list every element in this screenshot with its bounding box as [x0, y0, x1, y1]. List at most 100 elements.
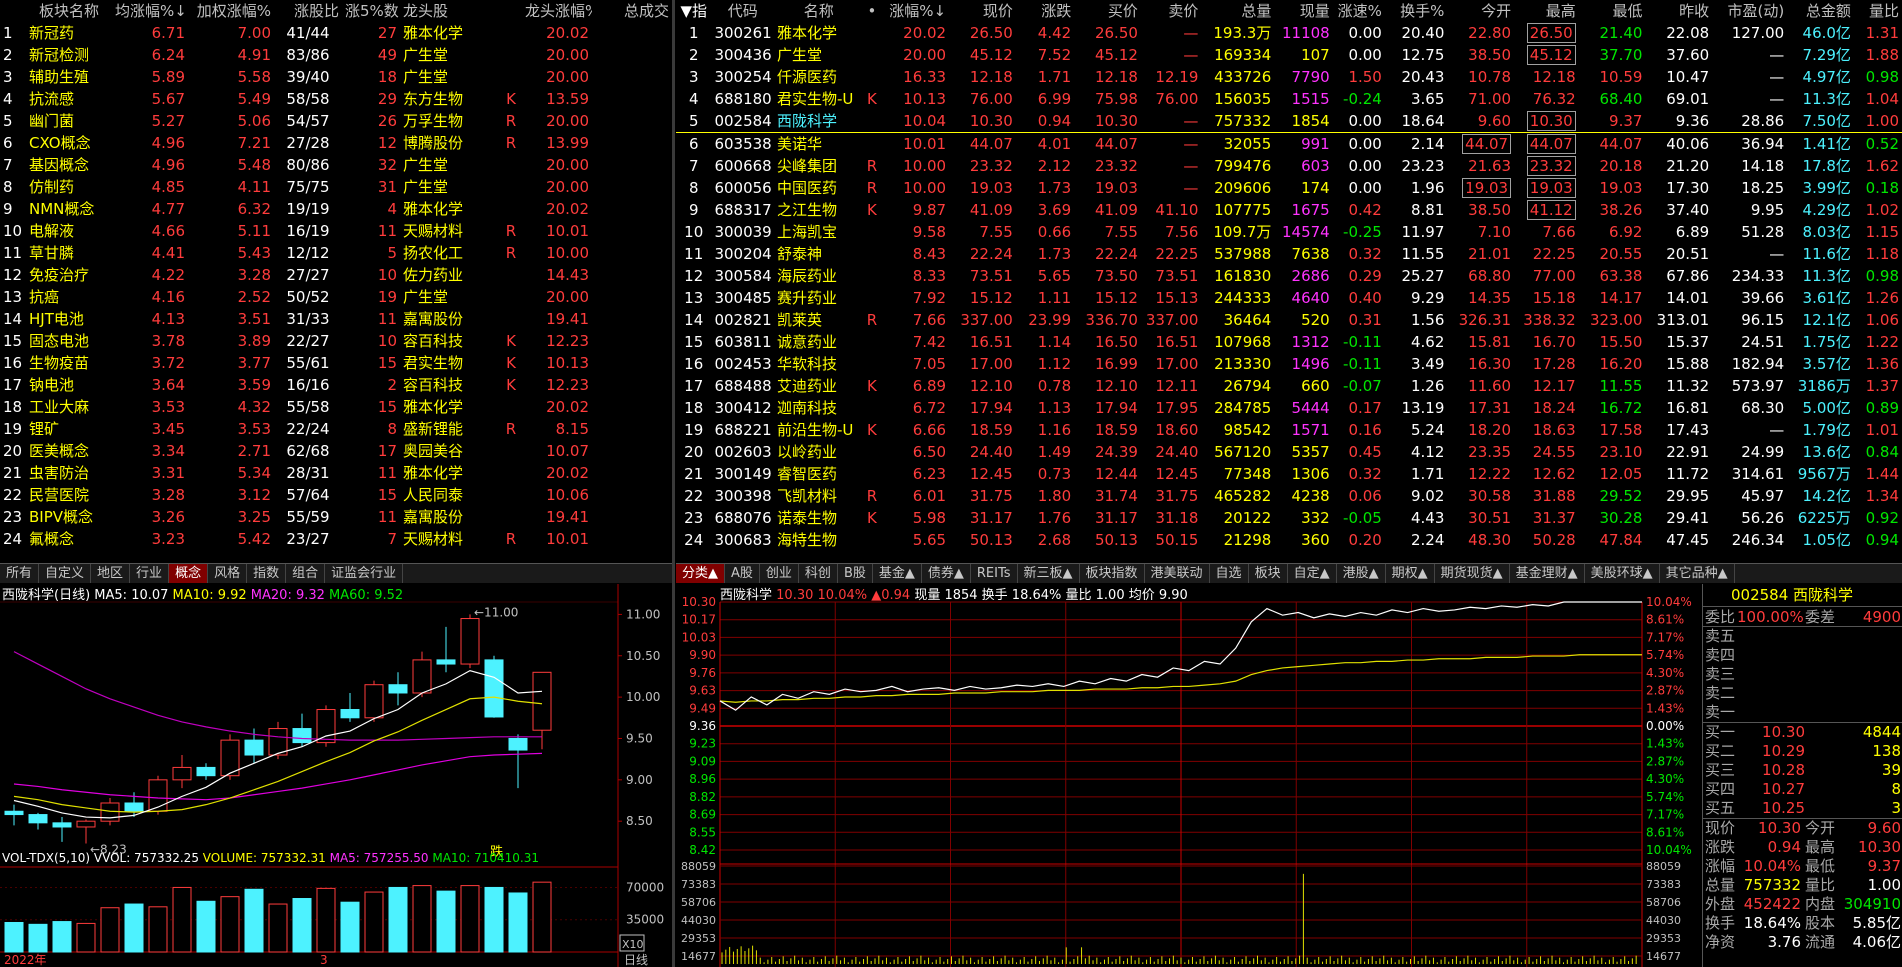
stock-row[interactable]: 9 688317 之江生物 K 9.87 41.09 3.69 41.09 41.10 10777…	[676, 199, 1902, 221]
tab-item[interactable]: 港美联动	[1145, 564, 1210, 583]
tab-item[interactable]: 指数	[247, 564, 287, 583]
col-header[interactable]: 总金额	[1787, 0, 1854, 22]
stock-row[interactable]: 10 300039 上海凯宝 9.58 7.55 0.66 7.55 7.56 109.7万 14…	[676, 221, 1902, 243]
col-header[interactable]: •	[863, 0, 881, 22]
tab-item[interactable]: REITs	[971, 564, 1018, 583]
buy-level[interactable]: 买三 10.28 39	[1703, 761, 1902, 780]
sector-row[interactable]: 14 HJT电池 4.13 3.51 31/33 11 嘉寓股份 19.41	[0, 308, 672, 330]
tab-item[interactable]: 自选	[1210, 564, 1249, 583]
stock-row[interactable]: 2 300436 广生堂 20.00 45.12 7.52 45.12 — 169334 107 0…	[676, 44, 1902, 66]
stock-row[interactable]: 6 603538 美诺华 10.01 44.07 4.01 44.07 — 32055 991 0.…	[676, 133, 1902, 156]
sector-row[interactable]: 24 氟概念 3.23 5.42 23/27 7 天赐材料 R 10.01	[0, 528, 672, 550]
sector-row[interactable]: 2 新冠检测 6.24 4.91 83/86 49 广生堂 20.00	[0, 44, 672, 66]
buy-level[interactable]: 买四 10.27 8	[1703, 780, 1902, 799]
tab-item[interactable]: 美股环球▲	[1585, 564, 1660, 583]
stock-row[interactable]: 24 300683 海特生物 5.65 50.13 2.68 50.13 50.15 21298…	[676, 529, 1902, 551]
stock-row[interactable]: 7 600668 尖峰集团 R 10.00 23.32 2.12 23.32 — 799476 60…	[676, 155, 1902, 177]
tab-item[interactable]: 风格	[208, 564, 248, 583]
stock-row[interactable]: 16 002453 华软科技 7.05 17.00 1.12 16.99 17.00 21333…	[676, 353, 1902, 375]
sector-row[interactable]: 12 免疫治疗 4.22 3.28 27/27 10 佐力药业 14.43	[0, 264, 672, 286]
sell-level[interactable]: 卖五	[1703, 627, 1902, 646]
col-header[interactable]: 涨幅%↓	[880, 0, 950, 22]
col-header[interactable]: 量比	[1853, 0, 1902, 22]
stock-row[interactable]: 3 300254 仟源医药 16.33 12.18 1.71 12.18 12.19 43372…	[676, 66, 1902, 88]
stock-row[interactable]: 18 300412 迦南科技 6.72 17.94 1.13 17.94 17.95 28478…	[676, 397, 1902, 419]
tab-item[interactable]: 港股▲	[1337, 564, 1386, 583]
col-header[interactable]: 现量	[1274, 0, 1333, 22]
buy-level[interactable]: 买一 10.30 4844	[1703, 723, 1902, 742]
stock-row[interactable]: 22 300398 飞凯材料 R 6.01 31.75 1.80 31.74 31.75 4652…	[676, 485, 1902, 507]
tab-item[interactable]: 行业	[130, 564, 170, 583]
sector-row[interactable]: 15 固态电池 3.78 3.89 22/27 10 容百科技 K 12.23	[0, 330, 672, 352]
sector-row[interactable]: 7 基因概念 4.96 5.48 80/86 32 广生堂 20.00	[0, 154, 672, 176]
tab-item[interactable]: 证监会行业	[325, 564, 404, 583]
tab-item[interactable]: B股	[838, 564, 873, 583]
col-header[interactable]: 卖价	[1140, 0, 1202, 22]
col-header[interactable]: 昨收	[1645, 0, 1713, 22]
stock-row[interactable]: 4 688180 君实生物-U K 10.13 76.00 6.99 75.98 76.00 15…	[676, 88, 1902, 110]
col-header[interactable]: 代码	[711, 0, 774, 22]
stock-row[interactable]: 11 300204 舒泰神 8.43 22.24 1.73 22.24 22.25 537988…	[676, 243, 1902, 265]
tab-item[interactable]: 创业	[760, 564, 799, 583]
sector-row[interactable]: 11 草甘膦 4.41 5.43 12/12 5 扬农化工 R 10.00	[0, 242, 672, 264]
tab-item[interactable]: 自定义	[39, 564, 92, 583]
tab-item[interactable]: 基金理财▲	[1510, 564, 1585, 583]
panel-divider[interactable]	[672, 0, 675, 967]
tab-item[interactable]: A股	[725, 564, 760, 583]
col-header[interactable]: 加权涨幅%	[188, 0, 274, 22]
stock-row[interactable]: 12 300584 海辰药业 8.33 73.51 5.65 73.50 73.51 16183…	[676, 265, 1902, 287]
sell-level[interactable]: 卖四	[1703, 646, 1902, 665]
col-header[interactable]: 总量	[1201, 0, 1275, 22]
sector-row[interactable]: 8 仿制药 4.85 4.11 75/75 31 广生堂 20.00	[0, 176, 672, 198]
col-header[interactable]: 现价	[949, 0, 1016, 22]
tab-item[interactable]: 概念	[169, 564, 209, 583]
col-header[interactable]: 名称	[773, 0, 864, 22]
sell-level[interactable]: 卖一	[1703, 703, 1902, 722]
kline-chart[interactable]: 11.0010.5010.009.509.008.50←11.00←8.23 跌7…	[0, 584, 672, 967]
stock-row[interactable]: 5 002584 西陇科学 10.04 10.30 0.94 10.30 — 757332 185…	[676, 110, 1902, 133]
sector-row[interactable]: 10 电解液 4.66 5.11 16/19 11 天赐材料 R 10.01	[0, 220, 672, 242]
col-header[interactable]: 市盈(动)	[1712, 0, 1788, 22]
col-header[interactable]: 均涨幅%↓	[112, 0, 188, 22]
tab-item[interactable]: 所有	[0, 564, 40, 583]
stock-row[interactable]: 23 688076 诺泰生物 K 5.98 31.17 1.76 31.17 31.18 2012…	[676, 507, 1902, 529]
col-header[interactable]: 龙头涨幅%	[522, 0, 593, 22]
col-header[interactable]: 今开	[1447, 0, 1515, 22]
sector-row[interactable]: 22 民营医院 3.28 3.12 57/64 15 人民同泰 10.06	[0, 484, 672, 506]
tab-item[interactable]: 新三板▲	[1018, 564, 1080, 583]
tab-item[interactable]: 板块指数	[1080, 564, 1145, 583]
sector-row[interactable]: 4 抗流感 5.67 5.49 58/58 29 东方生物 K 13.59	[0, 88, 672, 110]
sector-row[interactable]: 5 幽门菌 5.27 5.06 54/57 26 万孚生物 R 20.00	[0, 110, 672, 132]
sector-row[interactable]: 16 生物疫苗 3.72 3.77 55/61 15 君实生物 K 10.13	[0, 352, 672, 374]
stock-row[interactable]: 19 688221 前沿生物-U K 6.66 18.59 1.16 18.59 18.60 98…	[676, 419, 1902, 441]
col-header[interactable]: 最高	[1514, 0, 1579, 22]
col-header[interactable]: 最低	[1578, 0, 1646, 22]
col-header[interactable]: 换手%	[1384, 0, 1448, 22]
sector-row[interactable]: 23 BIPV概念 3.26 3.25 55/59 11 嘉寓股份 19.41	[0, 506, 672, 528]
intraday-chart[interactable]: 10.30 10.04%10.17 8.61%10.03 7.17%9.90 5.74%…	[676, 584, 1700, 967]
col-header[interactable]: 涨速%	[1332, 0, 1385, 22]
col-header[interactable]: 涨跌	[1015, 0, 1075, 22]
tab-item[interactable]: 债券▲	[922, 564, 971, 583]
tab-item[interactable]: 基金▲	[873, 564, 922, 583]
sell-level[interactable]: 卖三	[1703, 665, 1902, 684]
col-header[interactable]: 涨股比	[274, 0, 342, 22]
col-header[interactable]: 板块名称	[26, 0, 112, 22]
sector-row[interactable]: 3 辅助生殖 5.89 5.58 39/40 18 广生堂 20.00	[0, 66, 672, 88]
sector-row[interactable]: 18 工业大麻 3.53 4.32 55/58 15 雅本化学 20.02	[0, 396, 672, 418]
sector-row[interactable]: 20 医美概念 3.34 2.71 62/68 17 奥园美谷 10.07	[0, 440, 672, 462]
stock-row[interactable]: 21 300149 睿智医药 6.23 12.45 0.73 12.44 12.45 77348…	[676, 463, 1902, 485]
sector-row[interactable]: 17 钠电池 3.64 3.59 16/16 2 容百科技 K 12.23	[0, 374, 672, 396]
col-header[interactable]: 涨5%数	[342, 0, 400, 22]
buy-level[interactable]: 买二 10.29 138	[1703, 742, 1902, 761]
sector-row[interactable]: 13 抗癌 4.16 2.52 50/52 19 广生堂 20.00	[0, 286, 672, 308]
sector-row[interactable]: 9 NMN概念 4.77 6.32 19/19 4 雅本化学 20.02	[0, 198, 672, 220]
stock-row[interactable]: 14 002821 凯莱英 R 7.66 337.00 23.99 336.70 337.00 3…	[676, 309, 1902, 331]
tab-item[interactable]: 组合	[286, 564, 326, 583]
stock-row[interactable]: 13 300485 赛升药业 7.92 15.12 1.11 15.12 15.13 24433…	[676, 287, 1902, 309]
buy-level[interactable]: 买五 10.25 3	[1703, 799, 1902, 818]
tab-item[interactable]: 板块	[1249, 564, 1288, 583]
stock-row[interactable]: 1 300261 雅本化学 20.02 26.50 4.42 26.50 — 193.3万 111…	[676, 22, 1902, 44]
col-header[interactable]: ▼指	[676, 0, 712, 22]
tab-item[interactable]: 其它品种▲	[1660, 564, 1735, 583]
